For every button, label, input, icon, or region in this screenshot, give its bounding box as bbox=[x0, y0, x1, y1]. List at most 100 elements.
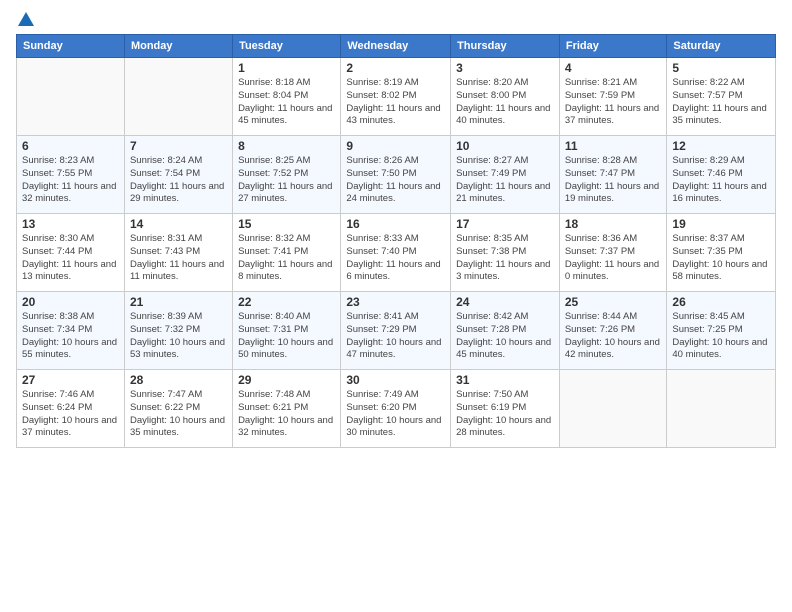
day-number: 29 bbox=[238, 373, 335, 387]
calendar-cell bbox=[667, 370, 776, 448]
day-number: 10 bbox=[456, 139, 554, 153]
day-info: Sunrise: 8:29 AM Sunset: 7:46 PM Dayligh… bbox=[672, 155, 770, 206]
day-number: 28 bbox=[130, 373, 227, 387]
day-number: 2 bbox=[346, 61, 445, 75]
calendar-cell: 5 Sunrise: 8:22 AM Sunset: 7:57 PM Daylig… bbox=[667, 58, 776, 136]
calendar-cell: 9 Sunrise: 8:26 AM Sunset: 7:50 PM Daylig… bbox=[341, 136, 451, 214]
day-number: 6 bbox=[22, 139, 119, 153]
day-number: 3 bbox=[456, 61, 554, 75]
day-info: Sunrise: 8:22 AM Sunset: 7:57 PM Dayligh… bbox=[672, 77, 770, 128]
col-sunday: Sunday bbox=[17, 35, 125, 58]
calendar-cell bbox=[124, 58, 232, 136]
day-info: Sunrise: 8:35 AM Sunset: 7:38 PM Dayligh… bbox=[456, 233, 554, 284]
day-info: Sunrise: 7:47 AM Sunset: 6:22 PM Dayligh… bbox=[130, 389, 227, 440]
calendar-cell: 25Sunrise: 8:44 AM Sunset: 7:26 PM Dayli… bbox=[559, 292, 667, 370]
calendar-header: Sunday Monday Tuesday Wednesday Thursday… bbox=[17, 35, 776, 58]
day-number: 23 bbox=[346, 295, 445, 309]
day-number: 22 bbox=[238, 295, 335, 309]
day-number: 21 bbox=[130, 295, 227, 309]
calendar-cell bbox=[17, 58, 125, 136]
day-info: Sunrise: 8:45 AM Sunset: 7:25 PM Dayligh… bbox=[672, 311, 770, 362]
day-info: Sunrise: 7:49 AM Sunset: 6:20 PM Dayligh… bbox=[346, 389, 445, 440]
day-number: 12 bbox=[672, 139, 770, 153]
day-number: 18 bbox=[565, 217, 662, 231]
calendar-cell: 23Sunrise: 8:41 AM Sunset: 7:29 PM Dayli… bbox=[341, 292, 451, 370]
calendar-cell: 2 Sunrise: 8:19 AM Sunset: 8:02 PM Daylig… bbox=[341, 58, 451, 136]
day-info: Sunrise: 7:48 AM Sunset: 6:21 PM Dayligh… bbox=[238, 389, 335, 440]
day-info: Sunrise: 8:24 AM Sunset: 7:54 PM Dayligh… bbox=[130, 155, 227, 206]
col-wednesday: Wednesday bbox=[341, 35, 451, 58]
day-info: Sunrise: 8:39 AM Sunset: 7:32 PM Dayligh… bbox=[130, 311, 227, 362]
calendar-cell bbox=[559, 370, 667, 448]
day-number: 5 bbox=[672, 61, 770, 75]
calendar-cell: 4 Sunrise: 8:21 AM Sunset: 7:59 PM Daylig… bbox=[559, 58, 667, 136]
calendar-week-row: 27Sunrise: 7:46 AM Sunset: 6:24 PM Dayli… bbox=[17, 370, 776, 448]
day-info: Sunrise: 8:26 AM Sunset: 7:50 PM Dayligh… bbox=[346, 155, 445, 206]
calendar-cell: 3 Sunrise: 8:20 AM Sunset: 8:00 PM Daylig… bbox=[451, 58, 560, 136]
day-number: 20 bbox=[22, 295, 119, 309]
calendar-cell: 11 Sunrise: 8:28 AM Sunset: 7:47 PM Dayli… bbox=[559, 136, 667, 214]
calendar-body: 1 Sunrise: 8:18 AM Sunset: 8:04 PM Daylig… bbox=[17, 58, 776, 448]
logo-triangle-icon bbox=[18, 12, 34, 26]
calendar-week-row: 1 Sunrise: 8:18 AM Sunset: 8:04 PM Daylig… bbox=[17, 58, 776, 136]
calendar-cell: 26 Sunrise: 8:45 AM Sunset: 7:25 PM Dayli… bbox=[667, 292, 776, 370]
day-info: Sunrise: 8:38 AM Sunset: 7:34 PM Dayligh… bbox=[22, 311, 119, 362]
day-number: 8 bbox=[238, 139, 335, 153]
weekday-header-row: Sunday Monday Tuesday Wednesday Thursday… bbox=[17, 35, 776, 58]
day-info: Sunrise: 8:20 AM Sunset: 8:00 PM Dayligh… bbox=[456, 77, 554, 128]
day-number: 25 bbox=[565, 295, 662, 309]
logo bbox=[16, 12, 34, 26]
col-tuesday: Tuesday bbox=[233, 35, 341, 58]
calendar-cell: 1 Sunrise: 8:18 AM Sunset: 8:04 PM Daylig… bbox=[233, 58, 341, 136]
day-info: Sunrise: 8:28 AM Sunset: 7:47 PM Dayligh… bbox=[565, 155, 662, 206]
day-number: 11 bbox=[565, 139, 662, 153]
day-number: 7 bbox=[130, 139, 227, 153]
calendar-cell: 18 Sunrise: 8:36 AM Sunset: 7:37 PM Dayli… bbox=[559, 214, 667, 292]
calendar-cell: 19Sunrise: 8:37 AM Sunset: 7:35 PM Dayli… bbox=[667, 214, 776, 292]
calendar-cell: 15 Sunrise: 8:32 AM Sunset: 7:41 PM Dayli… bbox=[233, 214, 341, 292]
calendar-week-row: 13 Sunrise: 8:30 AM Sunset: 7:44 PM Dayli… bbox=[17, 214, 776, 292]
day-info: Sunrise: 7:50 AM Sunset: 6:19 PM Dayligh… bbox=[456, 389, 554, 440]
col-monday: Monday bbox=[124, 35, 232, 58]
day-info: Sunrise: 8:40 AM Sunset: 7:31 PM Dayligh… bbox=[238, 311, 335, 362]
calendar-cell: 28 Sunrise: 7:47 AM Sunset: 6:22 PM Dayli… bbox=[124, 370, 232, 448]
header bbox=[16, 12, 776, 26]
day-info: Sunrise: 8:36 AM Sunset: 7:37 PM Dayligh… bbox=[565, 233, 662, 284]
day-info: Sunrise: 8:21 AM Sunset: 7:59 PM Dayligh… bbox=[565, 77, 662, 128]
page: Sunday Monday Tuesday Wednesday Thursday… bbox=[0, 0, 792, 612]
day-number: 17 bbox=[456, 217, 554, 231]
calendar-cell: 14 Sunrise: 8:31 AM Sunset: 7:43 PM Dayli… bbox=[124, 214, 232, 292]
day-info: Sunrise: 8:27 AM Sunset: 7:49 PM Dayligh… bbox=[456, 155, 554, 206]
calendar-cell: 16Sunrise: 8:33 AM Sunset: 7:40 PM Dayli… bbox=[341, 214, 451, 292]
day-info: Sunrise: 8:18 AM Sunset: 8:04 PM Dayligh… bbox=[238, 77, 335, 128]
day-number: 15 bbox=[238, 217, 335, 231]
day-number: 1 bbox=[238, 61, 335, 75]
calendar-cell: 21 Sunrise: 8:39 AM Sunset: 7:32 PM Dayli… bbox=[124, 292, 232, 370]
day-number: 24 bbox=[456, 295, 554, 309]
day-number: 4 bbox=[565, 61, 662, 75]
day-info: Sunrise: 8:42 AM Sunset: 7:28 PM Dayligh… bbox=[456, 311, 554, 362]
day-info: Sunrise: 8:31 AM Sunset: 7:43 PM Dayligh… bbox=[130, 233, 227, 284]
day-number: 26 bbox=[672, 295, 770, 309]
day-number: 16 bbox=[346, 217, 445, 231]
day-number: 14 bbox=[130, 217, 227, 231]
day-info: Sunrise: 8:37 AM Sunset: 7:35 PM Dayligh… bbox=[672, 233, 770, 284]
calendar-cell: 30 Sunrise: 7:49 AM Sunset: 6:20 PM Dayli… bbox=[341, 370, 451, 448]
day-number: 13 bbox=[22, 217, 119, 231]
calendar-cell: 7 Sunrise: 8:24 AM Sunset: 7:54 PM Daylig… bbox=[124, 136, 232, 214]
calendar-cell: 8Sunrise: 8:25 AM Sunset: 7:52 PM Daylig… bbox=[233, 136, 341, 214]
day-info: Sunrise: 8:19 AM Sunset: 8:02 PM Dayligh… bbox=[346, 77, 445, 128]
calendar-cell: 20 Sunrise: 8:38 AM Sunset: 7:34 PM Dayli… bbox=[17, 292, 125, 370]
day-number: 9 bbox=[346, 139, 445, 153]
calendar-cell: 27Sunrise: 7:46 AM Sunset: 6:24 PM Dayli… bbox=[17, 370, 125, 448]
col-saturday: Saturday bbox=[667, 35, 776, 58]
day-number: 31 bbox=[456, 373, 554, 387]
day-info: Sunrise: 8:32 AM Sunset: 7:41 PM Dayligh… bbox=[238, 233, 335, 284]
logo-line1 bbox=[16, 12, 34, 26]
day-info: Sunrise: 7:46 AM Sunset: 6:24 PM Dayligh… bbox=[22, 389, 119, 440]
day-info: Sunrise: 8:30 AM Sunset: 7:44 PM Dayligh… bbox=[22, 233, 119, 284]
calendar-table: Sunday Monday Tuesday Wednesday Thursday… bbox=[16, 34, 776, 448]
calendar-cell: 24 Sunrise: 8:42 AM Sunset: 7:28 PM Dayli… bbox=[451, 292, 560, 370]
calendar-cell: 17 Sunrise: 8:35 AM Sunset: 7:38 PM Dayli… bbox=[451, 214, 560, 292]
day-number: 30 bbox=[346, 373, 445, 387]
